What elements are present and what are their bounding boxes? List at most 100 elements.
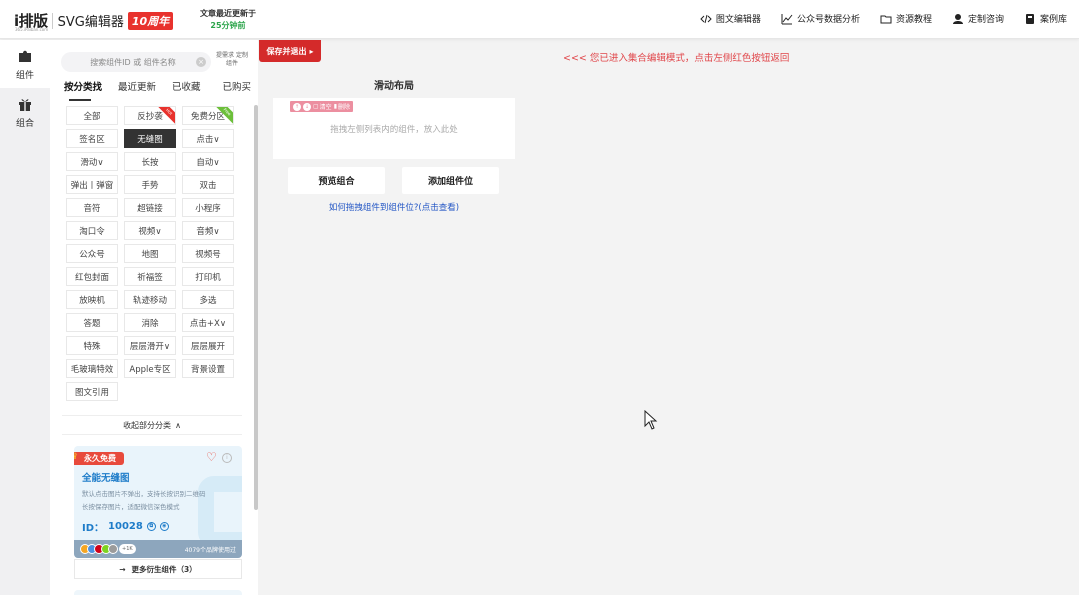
category-button[interactable]: 音符 <box>66 198 118 217</box>
category-label: 无缝图 <box>137 134 163 145</box>
category-button[interactable]: 答题 <box>66 313 118 332</box>
arrow-up-icon: ↑ <box>293 102 301 111</box>
zone-tool-up[interactable]: ↑ <box>293 102 301 111</box>
nav-item-cases[interactable]: 案例库 <box>1024 12 1067 25</box>
copy-icon[interactable]: ⧉ <box>146 522 156 531</box>
category-button[interactable]: 小程序 <box>182 198 234 217</box>
zone-delete-button[interactable]: ▮ 删除 <box>334 102 350 111</box>
category-button[interactable]: 特殊 <box>66 336 118 355</box>
category-button[interactable]: 视频号 <box>182 244 234 263</box>
info-icon[interactable]: i <box>222 453 232 463</box>
dropzone-hint: 拖拽左侧列表内的组件，放入此处 <box>330 125 458 135</box>
avatar <box>108 544 118 554</box>
rail-item-components[interactable]: 组件 <box>0 40 50 88</box>
category-button[interactable]: 轨迹移动 <box>124 290 176 309</box>
category-button[interactable]: 自动∨ <box>182 152 234 171</box>
nav-item-resources[interactable]: 资源教程 <box>880 12 932 25</box>
nav-item-consult[interactable]: 定制咨询 <box>952 12 1004 25</box>
next-component-card[interactable] <box>74 590 242 595</box>
category-button[interactable]: 音频∨ <box>182 221 234 240</box>
tab-recent[interactable]: 最近更新 <box>115 81 159 99</box>
tab-purchased[interactable]: 已购买 <box>220 81 255 99</box>
category-button[interactable]: 无缝图 <box>124 129 176 148</box>
category-button[interactable]: 全部 <box>66 106 118 125</box>
component-panel: × 提需求 定制组件 按分类找 最近更新 已收藏 已购买 全部 反抄袭Hot 免费分… <box>50 40 258 595</box>
category-button[interactable]: 打印机 <box>182 267 234 286</box>
logo-subtext: 365.iPaiban.com <box>15 27 49 32</box>
category-button[interactable]: 毛玻璃特效 <box>66 359 118 378</box>
more-derived-button[interactable]: → 更多衍生组件（3） <box>74 559 242 579</box>
nav-label: 案例库 <box>1039 15 1067 25</box>
category-button[interactable]: 双击 <box>182 175 234 194</box>
favorite-heart-icon[interactable]: ♡ <box>206 450 217 464</box>
panel-scrollbar[interactable] <box>254 105 258 510</box>
category-button[interactable]: 层层展开 <box>182 336 234 355</box>
top-nav: 图文编辑器 公众号数据分析 资源教程 定制咨询 案例库 <box>700 12 1067 25</box>
category-button[interactable]: 背景设置 <box>182 359 234 378</box>
zone-clear-label: 清空 <box>319 104 332 111</box>
category-button[interactable]: 多选 <box>182 290 234 309</box>
category-button[interactable]: Apple专区 <box>124 359 176 378</box>
nav-item-analytics[interactable]: 公众号数据分析 <box>781 12 860 25</box>
zone-tool-down[interactable]: ↓ <box>303 102 311 111</box>
avatar-more: +1K <box>119 544 136 554</box>
preview-combo-button[interactable]: 预览组合 <box>288 167 385 194</box>
rail-item-combos[interactable]: 组合 <box>0 88 50 136</box>
save-exit-button[interactable]: 保存并退出 ▸ <box>259 40 321 62</box>
category-label: 视频∨ <box>138 226 162 237</box>
component-card[interactable]: ♛ 永久免费 ♡ i 全能无缝图 默认点击图片不弹出，支持长按识别二维码 长按保… <box>74 446 242 558</box>
add-slot-button[interactable]: 添加组件位 <box>402 167 499 194</box>
code-brackets-icon <box>700 14 712 23</box>
category-button[interactable]: 层层滑开∨ <box>124 336 176 355</box>
howto-drag-link[interactable]: 如何拖拽组件到组件位?(点击查看) <box>273 201 515 213</box>
category-button[interactable]: 放映机 <box>66 290 118 309</box>
category-button[interactable]: 点击+X∨ <box>182 313 234 332</box>
arrow-down-icon: ↓ <box>303 102 311 111</box>
logo[interactable]: i排版 365.iPaiban.com SVG编辑器 10周年 <box>14 10 174 32</box>
tab-favorites[interactable]: 已收藏 <box>169 81 204 99</box>
category-button[interactable]: 图文引用 <box>66 382 118 401</box>
category-label: 反抄袭 <box>137 111 163 122</box>
layout-title: 滑动布局 <box>374 81 414 92</box>
card-id-label: ID： <box>82 523 105 534</box>
anniversary-badge: 10周年 <box>127 11 174 30</box>
zone-clear-button[interactable]: ▢ 清空 <box>313 102 332 111</box>
category-button[interactable]: 超链接 <box>124 198 176 217</box>
category-button[interactable]: 视频∨ <box>124 221 176 240</box>
category-button[interactable]: 滑动∨ <box>66 152 118 171</box>
category-label: 长按 <box>141 157 159 168</box>
category-label: 打印机 <box>195 272 221 283</box>
category-button[interactable]: 免费分区 Free <box>182 106 234 125</box>
search-input[interactable] <box>61 52 211 72</box>
category-label: 淘口令 <box>79 226 105 237</box>
category-button[interactable]: 长按 <box>124 152 176 171</box>
category-button[interactable]: 消除 <box>124 313 176 332</box>
preview-icon[interactable]: ◉ <box>159 522 169 531</box>
category-button[interactable]: 点击∨ <box>182 129 234 148</box>
category-label: 地图 <box>141 249 159 260</box>
update-status: 文章最近更新于 25分钟前 <box>200 8 256 32</box>
category-button[interactable]: 祈福签 <box>124 267 176 286</box>
clear-icon[interactable]: × <box>196 57 206 67</box>
category-label: 点击∨ <box>196 134 220 145</box>
category-label: 音符 <box>83 203 101 214</box>
category-button[interactable]: 公众号 <box>66 244 118 263</box>
collapse-categories-button[interactable]: 收起部分分类 ∧ <box>62 415 242 435</box>
component-dropzone[interactable]: ↑ ↓ ▢ 清空 ▮ 删除 拖拽左侧列表内的组件，放入此处 <box>273 98 515 159</box>
category-button[interactable]: 红包封面 <box>66 267 118 286</box>
category-button[interactable]: 手势 <box>124 175 176 194</box>
nav-item-editor[interactable]: 图文编辑器 <box>700 12 761 25</box>
user-service-icon <box>952 13 963 24</box>
category-button[interactable]: 弹出丨弹窗 <box>66 175 118 194</box>
trash-icon: ▮ <box>333 103 337 110</box>
line-chart-icon <box>781 13 793 24</box>
tab-by-category[interactable]: 按分类找 <box>61 81 105 101</box>
request-custom-link[interactable]: 提需求 定制组件 <box>214 52 250 68</box>
category-label: 层层滑开∨ <box>129 341 171 352</box>
category-button[interactable]: 反抄袭 Hot <box>124 106 176 125</box>
category-button[interactable]: 淘口令 <box>66 221 118 240</box>
category-button[interactable]: 签名区 <box>66 129 118 148</box>
category-label: Apple专区 <box>129 364 171 375</box>
category-label: 图文引用 <box>74 387 109 398</box>
category-button[interactable]: 地图 <box>124 244 176 263</box>
